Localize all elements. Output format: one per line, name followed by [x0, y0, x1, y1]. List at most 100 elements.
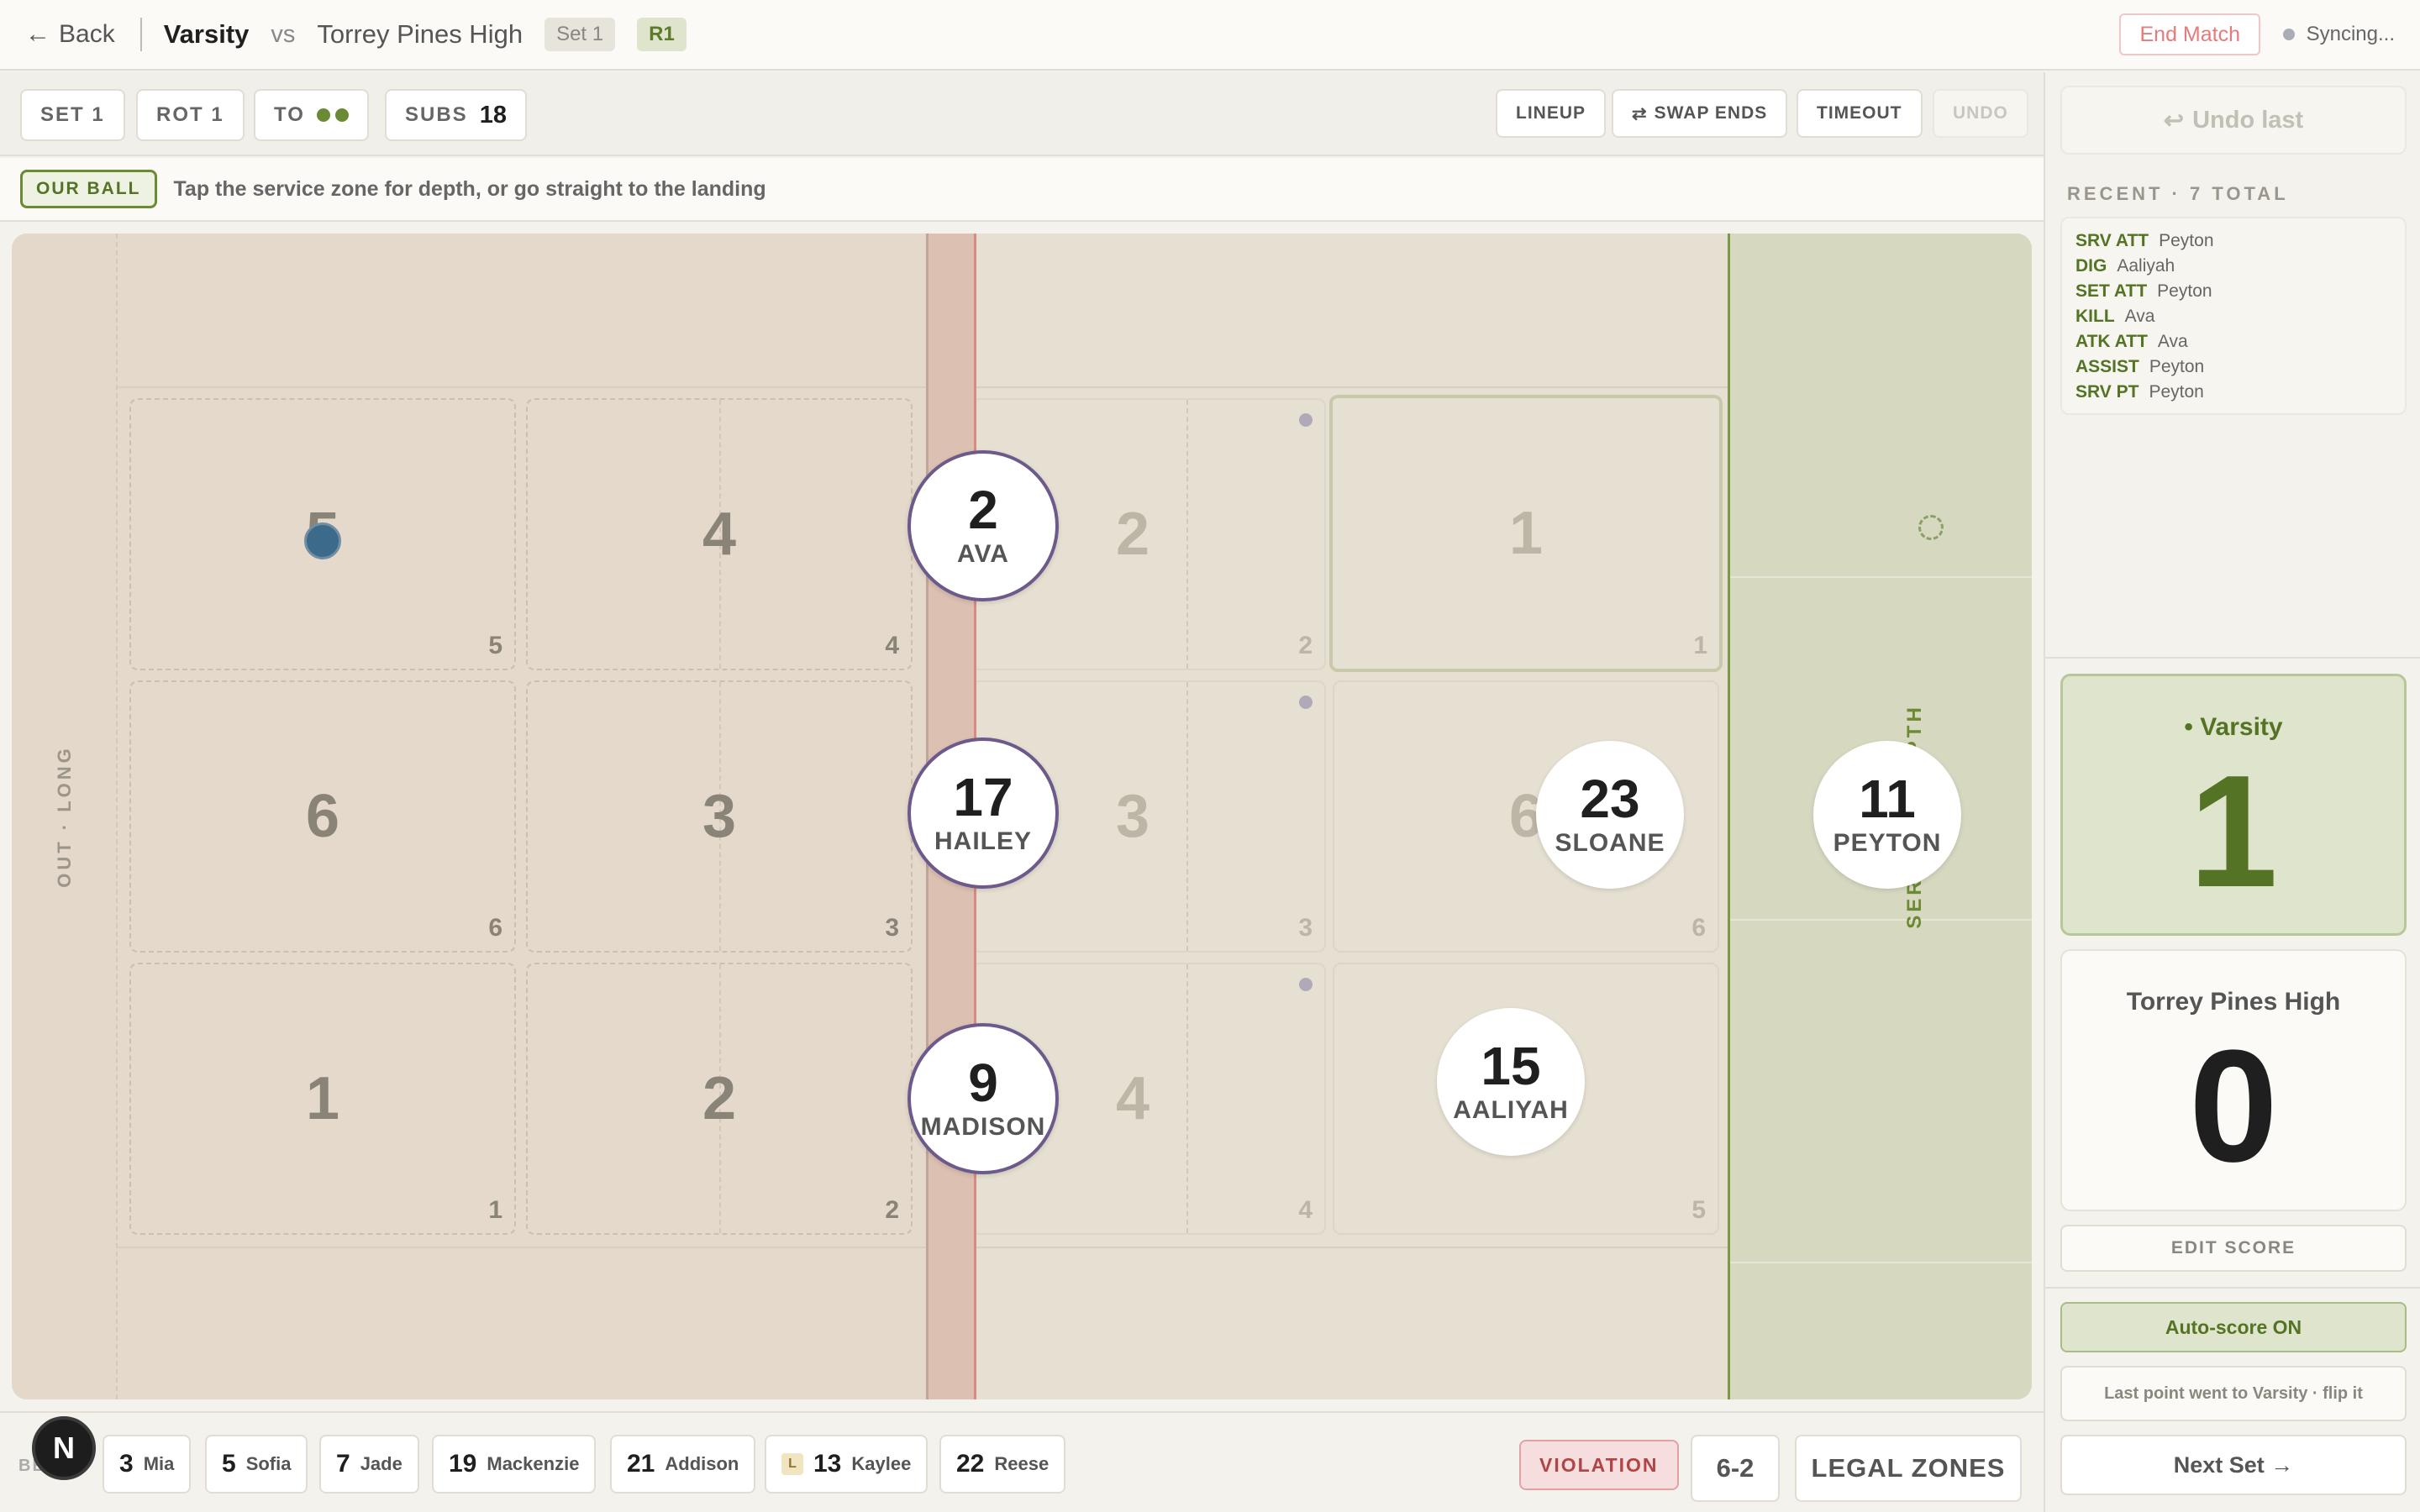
subs-value: 18	[479, 101, 507, 129]
lineup-button[interactable]: LINEUP	[1496, 89, 1607, 138]
service-depth-line	[1730, 1262, 2032, 1263]
our-zone-selected[interactable]: 1 1	[1329, 395, 1723, 672]
bench-player-number: 13	[813, 1450, 842, 1478]
autoscore-toggle[interactable]: Auto-score ON	[2060, 1302, 2407, 1352]
away-score-value: 0	[2189, 1017, 2278, 1195]
hint-bar: OUR BALL Tap the service zone for depth,…	[0, 158, 2044, 222]
recent-actions-list: SRV ATT Peyton DIG Aaliyah SET ATT Peyton K…	[2060, 217, 2407, 415]
player-token-hailey[interactable]: 17 HAILEY	[908, 738, 1059, 889]
back-button[interactable]: ← Back	[25, 20, 115, 49]
swap-ends-button[interactable]: ⇄ SWAP ENDS	[1612, 89, 1788, 138]
away-team-name: Torrey Pines High	[317, 19, 523, 49]
set-chip-label: SET 1	[40, 103, 105, 126]
recent-action: KILL	[2075, 307, 2115, 326]
bench-player[interactable]: 19 Mackenzie	[432, 1435, 597, 1494]
bench-player-libero[interactable]: L 13 Kaylee	[765, 1435, 929, 1494]
arrow-left-icon: ←	[25, 20, 50, 48]
recent-action: DIG	[2075, 256, 2107, 276]
bench-player[interactable]: 22 Reese	[939, 1435, 1066, 1494]
out-long-zone[interactable]: OUT · LONG	[12, 234, 118, 1399]
bench-player-name: Mia	[143, 1453, 175, 1474]
zone-dot-icon	[1299, 413, 1313, 427]
end-match-button[interactable]: End Match	[2119, 13, 2260, 55]
undo-last-button[interactable]: ↩ Undo last	[2060, 86, 2407, 155]
bench-player-number: 21	[627, 1450, 655, 1478]
bench-player[interactable]: 7 Jade	[319, 1435, 419, 1494]
recent-title: RECENT · 7 TOTAL	[2067, 183, 2289, 204]
bench-player[interactable]: 3 Mia	[103, 1435, 192, 1494]
player-token-sloane[interactable]: 23 SLOANE	[1536, 741, 1684, 889]
bench-player-number: 3	[119, 1450, 134, 1478]
opponent-zone[interactable]: 3 3	[526, 680, 913, 953]
player-name: PEYTON	[1833, 829, 1942, 857]
violation-button[interactable]: VIOLATION	[1519, 1440, 1679, 1490]
player-token-madison[interactable]: 9 MADISON	[908, 1023, 1059, 1174]
recent-player: Peyton	[2159, 231, 2214, 250]
zone-number: 2	[1298, 632, 1313, 659]
swap-icon: ⇄	[1632, 103, 1648, 123]
sync-dot-icon	[2282, 29, 2295, 40]
timeouts-chip[interactable]: TO	[254, 89, 369, 141]
opponent-zone[interactable]: 5 5	[129, 398, 516, 670]
timeout-dot-icon	[316, 108, 330, 122]
home-score-value: 1	[2189, 743, 2278, 921]
list-item[interactable]: ASSIST Peyton	[2075, 354, 2391, 380]
panel-divider	[2045, 657, 2420, 659]
list-item[interactable]: SRV PT Peyton	[2075, 380, 2391, 405]
undo-button[interactable]: UNDO	[1933, 89, 2028, 138]
list-item[interactable]: DIG Aaliyah	[2075, 254, 2391, 279]
recent-action: SRV ATT	[2075, 231, 2149, 250]
recent-player: Peyton	[2149, 382, 2204, 402]
vs-label: vs	[271, 20, 296, 48]
undo-arrow-icon: ↩	[2163, 107, 2185, 134]
opponent-zone[interactable]: 2 2	[526, 963, 913, 1235]
zone-number: 4	[1298, 1196, 1313, 1224]
formation-button[interactable]: 6-2	[1691, 1435, 1780, 1502]
bench-player-name: Mackenzie	[487, 1453, 580, 1474]
list-item[interactable]: ATK ATT Ava	[2075, 329, 2391, 354]
flip-point-button[interactable]: Last point went to Varsity · flip it	[2060, 1366, 2407, 1421]
swap-ends-label: SWAP ENDS	[1654, 103, 1768, 123]
player-name: AALIYAH	[1453, 1096, 1569, 1124]
zone-label: 4	[702, 501, 737, 568]
hint-text: Tap the service zone for depth, or go st…	[173, 176, 766, 201]
rotation-chip[interactable]: ROT 1	[136, 89, 245, 141]
timeout-button[interactable]: TIMEOUT	[1797, 89, 1923, 138]
player-name: SLOANE	[1555, 829, 1665, 857]
home-score-card[interactable]: • Varsity 1	[2060, 674, 2407, 936]
legal-zones-button[interactable]: LEGAL ZONES	[1795, 1435, 2022, 1502]
list-item[interactable]: SET ATT Peyton	[2075, 279, 2391, 304]
player-token-peyton[interactable]: 11 PEYTON	[1813, 741, 1961, 889]
bench-player-name: Reese	[994, 1453, 1050, 1474]
zone-number: 2	[885, 1196, 899, 1224]
recent-player: Aaliyah	[2117, 256, 2175, 276]
ball-marker[interactable]	[304, 522, 341, 559]
rotation-pill: R1	[637, 18, 687, 51]
bench-player-number: 22	[956, 1450, 985, 1478]
player-token-aaliyah[interactable]: 15 AALIYAH	[1437, 1008, 1585, 1156]
sync-status-text: Syncing...	[2306, 23, 2395, 45]
match-toolbar: SET 1 ROT 1 TO SUBS 18 LINEUP ⇄ SWAP END…	[0, 72, 2044, 156]
subs-chip[interactable]: SUBS 18	[385, 89, 527, 141]
bench-player[interactable]: 21 Addison	[610, 1435, 756, 1494]
subs-label: SUBS	[405, 103, 468, 126]
set-chip[interactable]: SET 1	[20, 89, 125, 141]
zone-dot-icon	[1299, 978, 1313, 991]
zone-number: 6	[1691, 914, 1706, 942]
list-item[interactable]: SRV ATT Peyton	[2075, 228, 2391, 254]
opponent-zone[interactable]: 4 4	[526, 398, 913, 670]
player-token-ava[interactable]: 2 AVA	[908, 450, 1059, 601]
libero-badge: L	[781, 1453, 803, 1475]
zone-label: 2	[702, 1065, 737, 1132]
opponent-zone[interactable]: 1 1	[129, 963, 516, 1235]
zone-number: 3	[885, 914, 899, 942]
away-score-card[interactable]: Torrey Pines High 0	[2060, 949, 2407, 1211]
zone-number: 1	[488, 1196, 502, 1224]
bench-player-number: 7	[336, 1450, 350, 1478]
app-logo-button[interactable]: N	[32, 1416, 96, 1480]
list-item[interactable]: KILL Ava	[2075, 304, 2391, 329]
edit-score-button[interactable]: EDIT SCORE	[2060, 1225, 2407, 1272]
bench-player[interactable]: 5 Sofia	[205, 1435, 308, 1494]
next-set-button[interactable]: Next Set →	[2060, 1435, 2407, 1495]
opponent-zone[interactable]: 6 6	[129, 680, 516, 953]
